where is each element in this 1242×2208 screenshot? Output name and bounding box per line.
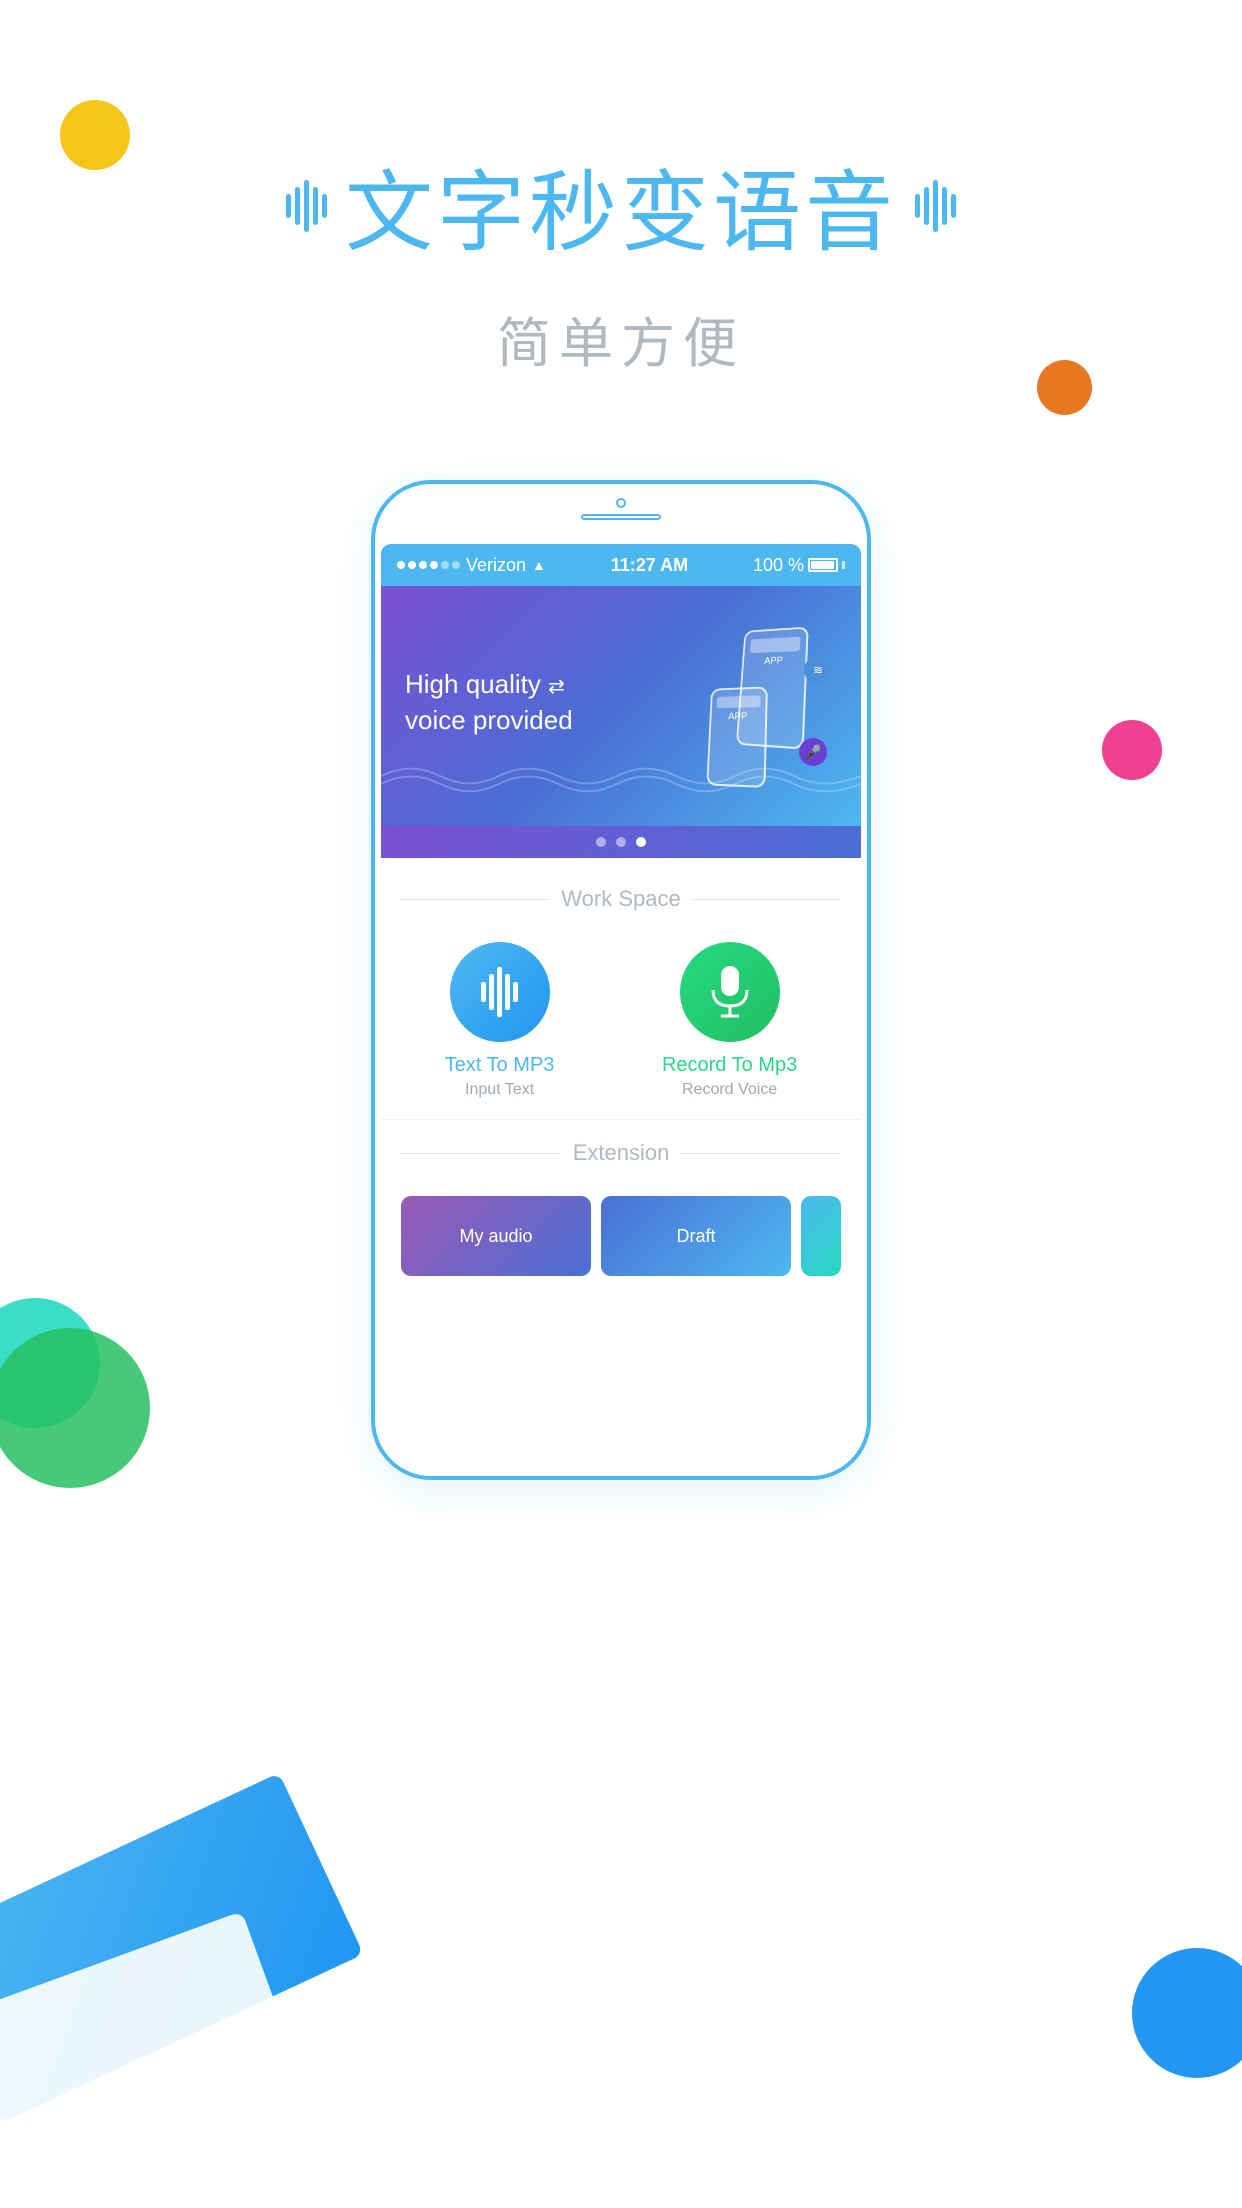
ext-line-right [681, 1153, 841, 1154]
phone-mockup: Verizon ▲ 11:27 AM 100 % [371, 480, 871, 1480]
section-line-right [693, 899, 841, 900]
banner-illustration: APP APP 🎤 ≋ [677, 616, 837, 796]
battery-tip [842, 561, 845, 569]
banner-text-area: High quality ⇄ voice provided [405, 666, 677, 747]
waveform-icon [481, 967, 518, 1017]
carrier-label: Verizon [466, 555, 526, 576]
extension-header: Extension [401, 1140, 841, 1166]
text-to-mp3-sublabel: Input Text [465, 1081, 534, 1099]
extension-section: Extension My audio Draft [381, 1119, 861, 1292]
time-display: 11:27 AM [611, 555, 688, 576]
green-circle-decoration [0, 1328, 150, 1488]
extension-items: My audio Draft [401, 1196, 841, 1276]
top-section: 文字秒变语音 简单方便 [0, 0, 1242, 520]
wave-circle-banner: ≋ [804, 656, 832, 684]
signal-dot-1 [397, 561, 405, 569]
mic-circle-banner: 🎤 [799, 738, 827, 766]
dot-2 [616, 837, 626, 847]
battery-percentage: 100 % [753, 555, 804, 576]
record-to-mp3-label: Record To Mp3 [662, 1054, 797, 1077]
text-to-mp3-item[interactable]: Text To MP3 Input Text [445, 942, 555, 1099]
signal-dots [397, 561, 460, 569]
text-to-mp3-label: Text To MP3 [445, 1054, 555, 1077]
extension-title: Extension [573, 1140, 670, 1166]
dot-3-active [636, 837, 646, 847]
wifi-icon: ▲ [532, 557, 546, 573]
record-to-mp3-sublabel: Record Voice [682, 1081, 777, 1099]
phone-screen: Verizon ▲ 11:27 AM 100 % [381, 544, 861, 1416]
record-to-mp3-item[interactable]: Record To Mp3 Record Voice [662, 942, 797, 1099]
phone-top-bar [581, 498, 661, 520]
signal-dot-5 [441, 561, 449, 569]
pink-dot-decoration [1102, 720, 1162, 780]
status-bar: Verizon ▲ 11:27 AM 100 % [381, 544, 861, 586]
dot-1 [596, 837, 606, 847]
more-card[interactable] [801, 1196, 841, 1276]
record-to-mp3-icon [680, 942, 780, 1042]
main-title-container: 文字秒变语音 [286, 142, 956, 269]
section-line-left [401, 899, 549, 900]
phone-camera [616, 498, 626, 508]
main-title-text: 文字秒变语音 [345, 142, 897, 269]
draft-label: Draft [676, 1226, 715, 1247]
wave-right-icon [915, 180, 956, 232]
status-left: Verizon ▲ [397, 555, 546, 576]
phone-shell: Verizon ▲ 11:27 AM 100 % [371, 480, 871, 1480]
workspace-header: Work Space [401, 886, 841, 912]
workspace-section: Work Space [381, 858, 861, 1119]
signal-dot-3 [419, 561, 427, 569]
share-icon: ⇄ [548, 676, 565, 698]
banner-title-line1: High quality [405, 669, 541, 699]
signal-dot-2 [408, 561, 416, 569]
signal-dot-6 [452, 561, 460, 569]
battery-fill [811, 561, 834, 569]
banner-section: High quality ⇄ voice provided APP [381, 586, 861, 826]
blue-circle-decoration [1132, 1948, 1242, 2078]
battery-container: 100 % [753, 555, 845, 576]
phone-speaker [581, 514, 661, 520]
workspace-items: Text To MP3 Input Text [401, 942, 841, 1099]
draft-card[interactable]: Draft [601, 1196, 791, 1276]
banner-title-line2: voice provided [405, 705, 573, 735]
text-to-mp3-icon [450, 942, 550, 1042]
wave-left-icon [286, 180, 327, 232]
my-audio-label: My audio [459, 1226, 532, 1247]
subtitle-text: 简单方便 [497, 299, 745, 378]
mic-svg [705, 962, 755, 1022]
phone-illus-2: APP [706, 686, 768, 788]
my-audio-card[interactable]: My audio [401, 1196, 591, 1276]
ext-line-left [401, 1153, 561, 1154]
battery-bar [808, 558, 838, 572]
signal-dot-4 [430, 561, 438, 569]
dots-indicator [381, 826, 861, 858]
banner-title: High quality ⇄ voice provided [405, 666, 677, 739]
workspace-title: Work Space [561, 886, 680, 912]
